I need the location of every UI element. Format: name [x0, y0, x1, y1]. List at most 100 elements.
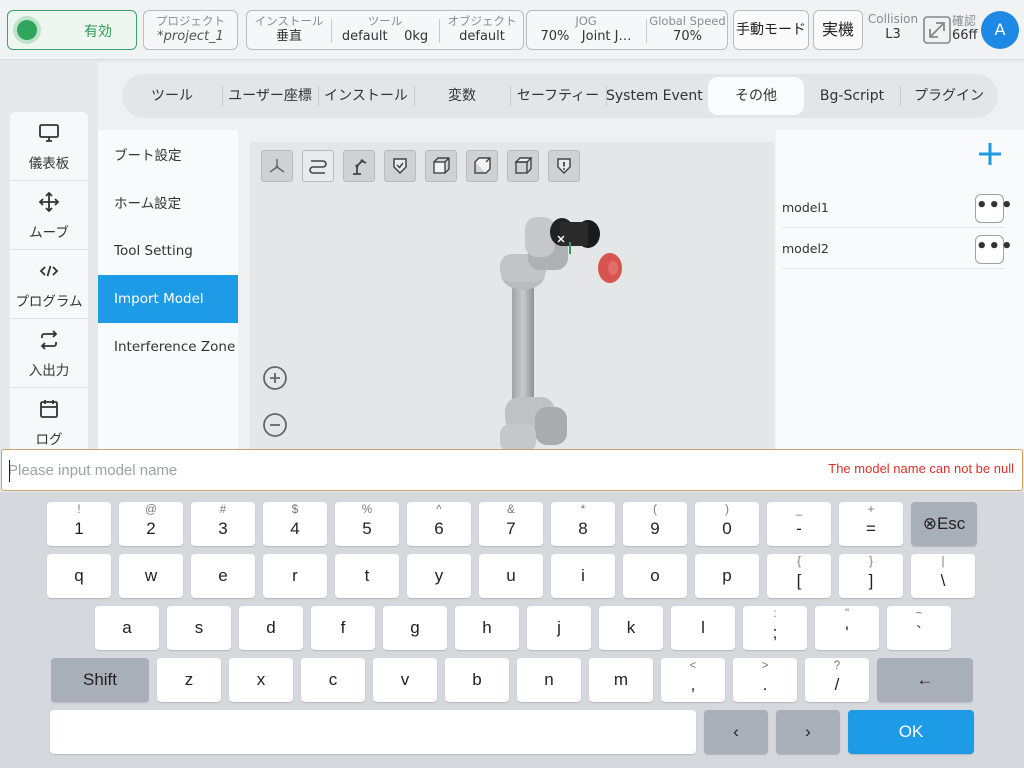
- view-robot-button[interactable]: [343, 150, 375, 182]
- submenu-boot-settings[interactable]: ブート設定: [98, 132, 238, 180]
- key[interactable]: t: [335, 554, 399, 598]
- key[interactable]: l: [671, 606, 735, 650]
- zoom-out-icon[interactable]: [259, 409, 291, 441]
- key[interactable]: #3: [191, 502, 255, 546]
- shift-key[interactable]: Shift: [51, 658, 149, 702]
- key[interactable]: o: [623, 554, 687, 598]
- key[interactable]: * 8: [551, 502, 615, 546]
- key[interactable]: ) 0: [695, 502, 759, 546]
- tab-system-event[interactable]: System Event: [606, 74, 703, 118]
- key[interactable]: h: [455, 606, 519, 650]
- model-row[interactable]: model2 •••: [782, 229, 1013, 269]
- key[interactable]: | \: [911, 554, 975, 598]
- submenu-home-settings[interactable]: ホーム設定: [98, 180, 238, 228]
- key[interactable]: ~ `: [887, 606, 951, 650]
- key[interactable]: n: [517, 658, 581, 702]
- view-alert-shield-button[interactable]: [548, 150, 580, 182]
- more-options-icon[interactable]: •••: [975, 235, 1013, 264]
- install-tool-object-panel[interactable]: インストール 垂直 ツール default 0kg オブジェクト default: [246, 10, 524, 50]
- key[interactable]: + =: [839, 502, 903, 546]
- key[interactable]: w: [119, 554, 183, 598]
- nav-item-log[interactable]: ログ: [10, 388, 88, 457]
- key[interactable]: q: [47, 554, 111, 598]
- key[interactable]: $4: [263, 502, 327, 546]
- key[interactable]: d: [239, 606, 303, 650]
- key[interactable]: ^ 6: [407, 502, 471, 546]
- tab-plugins[interactable]: プラグイン: [900, 74, 998, 118]
- nav-item-move[interactable]: ムーブ: [10, 181, 88, 250]
- view-side-button[interactable]: [466, 150, 498, 182]
- view-axes-button[interactable]: [261, 150, 293, 182]
- jog-speed-panel[interactable]: JOG 70% Joint J… Global Speed 70%: [526, 10, 728, 50]
- key[interactable]: m: [589, 658, 653, 702]
- zoom-in-icon[interactable]: [259, 362, 291, 394]
- key[interactable]: (9: [623, 502, 687, 546]
- more-options-icon[interactable]: •••: [975, 194, 1013, 223]
- tab-user-coordinates[interactable]: ユーザー座標: [222, 74, 318, 118]
- key[interactable]: ? /: [805, 658, 869, 702]
- key[interactable]: j: [527, 606, 591, 650]
- cursor-left-key[interactable]: ‹: [704, 710, 768, 754]
- nav-item-dashboard[interactable]: 儀表板: [10, 112, 88, 181]
- robot-3d-viewport[interactable]: [250, 142, 774, 450]
- key[interactable]: g: [383, 606, 447, 650]
- enable-button[interactable]: 有効: [7, 10, 137, 50]
- nav-item-program[interactable]: プログラム: [10, 250, 88, 319]
- tab-tool[interactable]: ツール: [122, 74, 222, 118]
- fullscreen-expand-icon[interactable]: [922, 15, 952, 45]
- key[interactable]: u: [479, 554, 543, 598]
- view-safety-shield-button[interactable]: [384, 150, 416, 182]
- tab-install[interactable]: インストール: [318, 74, 414, 118]
- model-row[interactable]: model1 •••: [782, 188, 1013, 228]
- key[interactable]: v: [373, 658, 437, 702]
- key[interactable]: i: [551, 554, 615, 598]
- cursor-right-key[interactable]: ›: [776, 710, 840, 754]
- user-avatar[interactable]: A: [981, 11, 1019, 49]
- key[interactable]: b: [445, 658, 509, 702]
- submenu-tool-setting[interactable]: Tool Setting: [98, 227, 238, 275]
- key[interactable]: :;: [743, 606, 807, 650]
- key[interactable]: s: [167, 606, 231, 650]
- model-name-input[interactable]: [8, 458, 788, 482]
- collision-indicator[interactable]: Collision L3: [866, 12, 920, 44]
- key[interactable]: <,: [661, 658, 725, 702]
- project-selector[interactable]: プロジェクト *project_1: [143, 10, 238, 50]
- key[interactable]: a: [95, 606, 159, 650]
- esc-key[interactable]: ⊗Esc: [911, 502, 977, 546]
- tab-bg-script[interactable]: Bg-Script: [804, 74, 900, 118]
- key[interactable]: @2: [119, 502, 183, 546]
- key[interactable]: {[: [767, 554, 831, 598]
- tab-variables[interactable]: 変数: [414, 74, 510, 118]
- key[interactable]: ! 1: [47, 502, 111, 546]
- key[interactable]: >.: [733, 658, 797, 702]
- nav-item-io[interactable]: 入出力: [10, 319, 88, 388]
- add-model-icon[interactable]: [976, 140, 1004, 168]
- key[interactable]: c: [301, 658, 365, 702]
- key[interactable]: x: [229, 658, 293, 702]
- key[interactable]: f: [311, 606, 375, 650]
- view-front-button[interactable]: [425, 150, 457, 182]
- submenu-import-model[interactable]: Import Model: [98, 275, 238, 323]
- ok-key[interactable]: OK: [848, 710, 974, 754]
- key[interactable]: y: [407, 554, 471, 598]
- manual-mode-button[interactable]: 手動モード: [733, 10, 809, 50]
- key[interactable]: p: [695, 554, 759, 598]
- key[interactable]: k: [599, 606, 663, 650]
- key[interactable]: " ': [815, 606, 879, 650]
- space-key[interactable]: [50, 710, 696, 754]
- key[interactable]: r: [263, 554, 327, 598]
- real-robot-button[interactable]: 実機: [813, 10, 863, 50]
- key[interactable]: _ -: [767, 502, 831, 546]
- key[interactable]: e: [191, 554, 255, 598]
- submenu-interference-zone[interactable]: Interference Zone: [98, 323, 238, 371]
- tab-other[interactable]: その他: [708, 77, 804, 115]
- key[interactable]: % 5: [335, 502, 399, 546]
- robot-arm-icon: [353, 159, 367, 175]
- key[interactable]: & 7: [479, 502, 543, 546]
- backspace-key[interactable]: ←: [877, 658, 973, 702]
- key[interactable]: }]: [839, 554, 903, 598]
- tab-safety[interactable]: セーフティー: [510, 74, 606, 118]
- key[interactable]: z: [157, 658, 221, 702]
- view-top-button[interactable]: [507, 150, 539, 182]
- view-path-button[interactable]: [302, 150, 334, 182]
